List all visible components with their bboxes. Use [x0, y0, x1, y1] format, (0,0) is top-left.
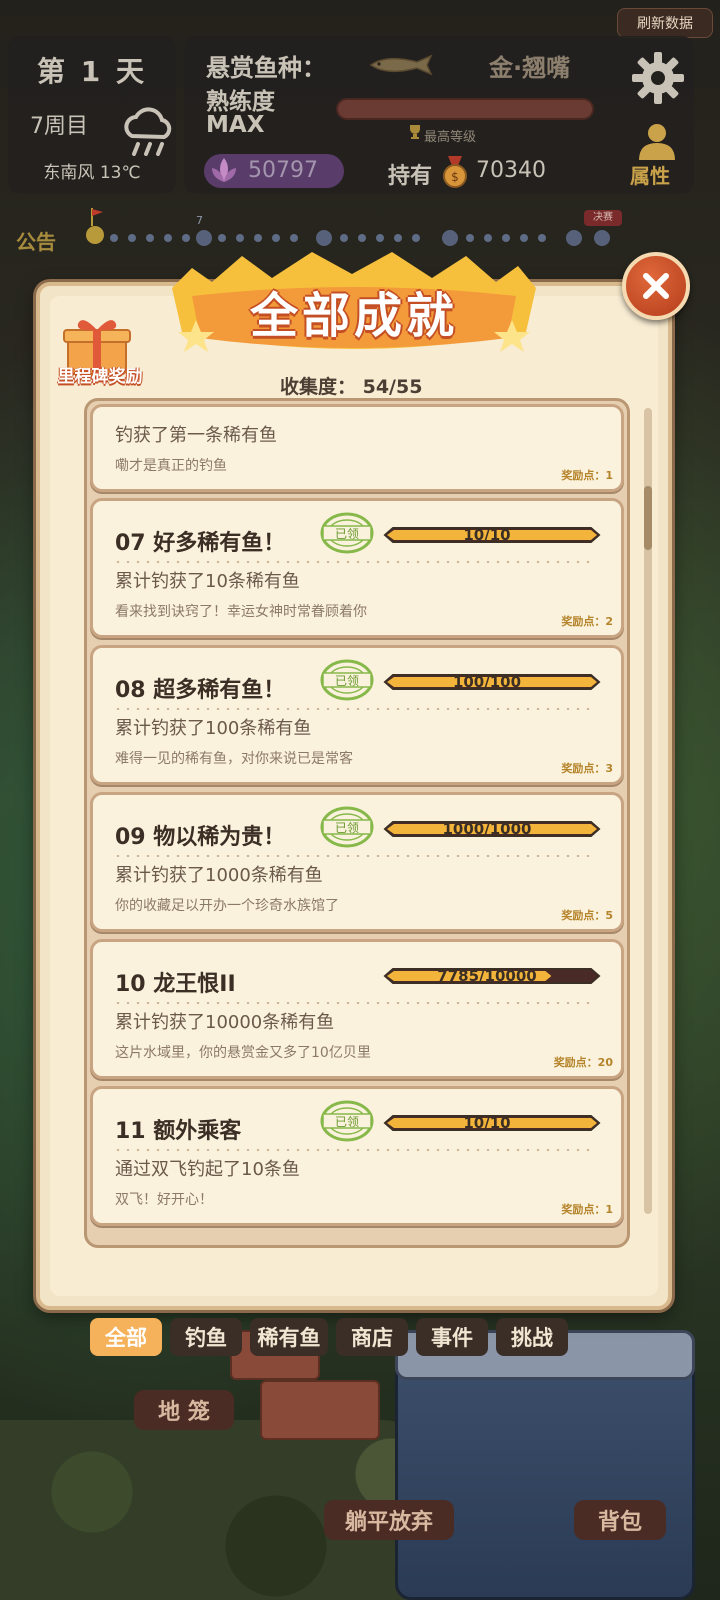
track-milestone-number: 7 [196, 214, 203, 227]
close-button[interactable] [622, 252, 690, 320]
achievement-points: 奖励点：5 [561, 909, 613, 922]
claimed-stamp-icon: 已领 [320, 512, 374, 554]
achievement-flavor: 难得一见的稀有鱼，对你来说已是常客 [115, 751, 353, 767]
achievement-flavor: 这片水域里，你的悬赏金又多了10亿贝里 [115, 1045, 371, 1061]
refresh-data-button[interactable]: 刷新数据 [617, 8, 713, 38]
wind-temperature: 东南风 13℃ [43, 163, 141, 183]
claimed-stamp-text: 已领 [335, 674, 359, 688]
close-icon [643, 273, 669, 299]
trap-button[interactable]: 地 笼 [134, 1390, 234, 1430]
bag-button[interactable]: 背包 [574, 1500, 666, 1540]
list-scroll-thumb[interactable] [644, 486, 652, 550]
achievement-card: 09 物以稀为贵！ 累计钓获了1000条稀有鱼 你的收藏足以开办一个珍奇水族馆了… [90, 792, 624, 932]
achievement-desc: 累计钓获了10000条稀有鱼 [115, 1012, 335, 1033]
achievement-card: 10 龙王恨II 累计钓获了10000条稀有鱼 这片水域里，你的悬赏金又多了10… [90, 939, 624, 1079]
bounty-label: 悬赏鱼种： [206, 54, 326, 82]
achievement-points: 奖励点：1 [561, 1203, 613, 1216]
gear-icon[interactable] [630, 50, 686, 106]
achievement-title: 07 好多稀有鱼！ [115, 531, 286, 556]
achievement-points: 奖励点：3 [561, 762, 613, 775]
achievement-points: 奖励点：20 [553, 1056, 613, 1069]
achievement-flavor: 双飞！好开心！ [115, 1192, 213, 1208]
divider [113, 561, 591, 563]
give-up-button[interactable]: 躺平放弃 [324, 1500, 454, 1540]
claimed-stamp-text: 已领 [335, 1115, 359, 1129]
achievement-card: 08 超多稀有鱼！ 累计钓获了100条稀有鱼 难得一见的稀有鱼，对你来说已是常客… [90, 645, 624, 785]
achievement-card: 钓获了第一条稀有鱼 嘞才是真正的钓鱼 奖励点：1 [90, 404, 624, 492]
divider [113, 1149, 591, 1151]
achievement-title: 08 超多稀有鱼！ [115, 678, 286, 703]
claimed-stamp-icon: 已领 [320, 1100, 374, 1142]
trophy-icon [410, 125, 420, 139]
achievement-desc: 累计钓获了10条稀有鱼 [115, 571, 300, 592]
proficiency-max: MAX [206, 112, 265, 138]
hold-label: 持有 [388, 164, 433, 189]
flag-icon [91, 208, 103, 226]
cloud-rain-icon [124, 107, 172, 156]
tab-events[interactable]: 事件 [416, 1318, 488, 1356]
progress-track [90, 230, 610, 246]
day-label: 第 1 天 [37, 55, 147, 88]
achievement-card: 11 额外乘客 通过双飞钓起了10条鱼 双飞！好开心！ 奖励点：1 已领 10/… [90, 1086, 624, 1226]
progress-label: 100/100 [452, 673, 522, 691]
milestone-reward-label[interactable]: 里程碑奖励 [40, 362, 160, 387]
achievement-flavor: 你的收藏足以开办一个珍奇水族馆了 [115, 898, 339, 914]
bounty-panel: 悬赏鱼种： 金·翘嘴 熟练度 MAX 最高等级 50797 持有 $ 70340 [184, 36, 694, 194]
progress-label: 10/10 [463, 526, 511, 544]
achievement-desc: 累计钓获了1000条稀有鱼 [115, 865, 323, 886]
tab-rare-fish[interactable]: 稀有鱼 [250, 1318, 328, 1356]
coin-value: 70340 [476, 158, 546, 183]
achievement-desc: 通过双飞钓起了10条鱼 [115, 1159, 300, 1180]
lotus-gem-icon [212, 158, 236, 182]
achievement-desc: 累计钓获了100条稀有鱼 [115, 718, 312, 739]
medal-icon: $ [443, 156, 467, 188]
attributes-label[interactable]: 属性 [630, 160, 670, 189]
achievement-flavor: 嘞才是真正的钓鱼 [115, 458, 227, 474]
claimed-stamp-text: 已领 [335, 527, 359, 541]
gem-value: 50797 [248, 158, 318, 183]
tab-shop[interactable]: 商店 [336, 1318, 408, 1356]
week-label: 7周目 [30, 114, 88, 139]
gem-badge: 50797 [204, 154, 344, 188]
proficiency-label: 熟练度 [206, 89, 275, 115]
final-tag: 决赛 [584, 210, 622, 226]
tab-fishing[interactable]: 钓鱼 [170, 1318, 242, 1356]
fish-icon [369, 54, 433, 76]
bounty-fish-name: 金·翘嘴 [489, 54, 571, 82]
modal-title: 全部成就 [249, 288, 458, 344]
person-icon[interactable] [636, 122, 678, 160]
progress-label: 10/10 [463, 1114, 511, 1132]
divider [113, 855, 591, 857]
progress-label: 1000/1000 [442, 820, 532, 838]
claimed-stamp-icon: 已领 [320, 806, 374, 848]
achievement-points: 奖励点：1 [561, 469, 613, 482]
collection-progress: 收集度： 54/55 [280, 376, 423, 398]
achievement-title: 10 龙王恨II [115, 972, 236, 997]
day-weather-panel: 第 1 天 7周目 东南风 13℃ [8, 36, 176, 194]
divider [113, 1002, 591, 1004]
proficiency-bar [336, 98, 594, 120]
divider [113, 708, 591, 710]
tab-all[interactable]: 全部 [90, 1318, 162, 1356]
achievement-title: 09 物以稀为贵！ [115, 825, 286, 850]
level-caption: 最高等级 [424, 130, 477, 145]
achievement-title: 11 额外乘客 [115, 1119, 242, 1144]
claimed-stamp-icon: 已领 [320, 659, 374, 701]
claimed-stamp-text: 已领 [335, 821, 359, 835]
achievement-card: 07 好多稀有鱼！ 累计钓获了10条稀有鱼 看来找到诀窍了！幸运女神时常眷顾着你… [90, 498, 624, 638]
svg-text:$: $ [451, 170, 459, 184]
achievement-flavor: 看来找到诀窍了！幸运女神时常眷顾着你 [115, 604, 367, 620]
progress-label: 7785/10000 [437, 967, 537, 985]
tab-challenge[interactable]: 挑战 [496, 1318, 568, 1356]
achievement-points: 奖励点：2 [561, 615, 613, 628]
achievement-desc: 钓获了第一条稀有鱼 [115, 425, 277, 446]
notice-label[interactable]: 公告 [16, 226, 56, 255]
